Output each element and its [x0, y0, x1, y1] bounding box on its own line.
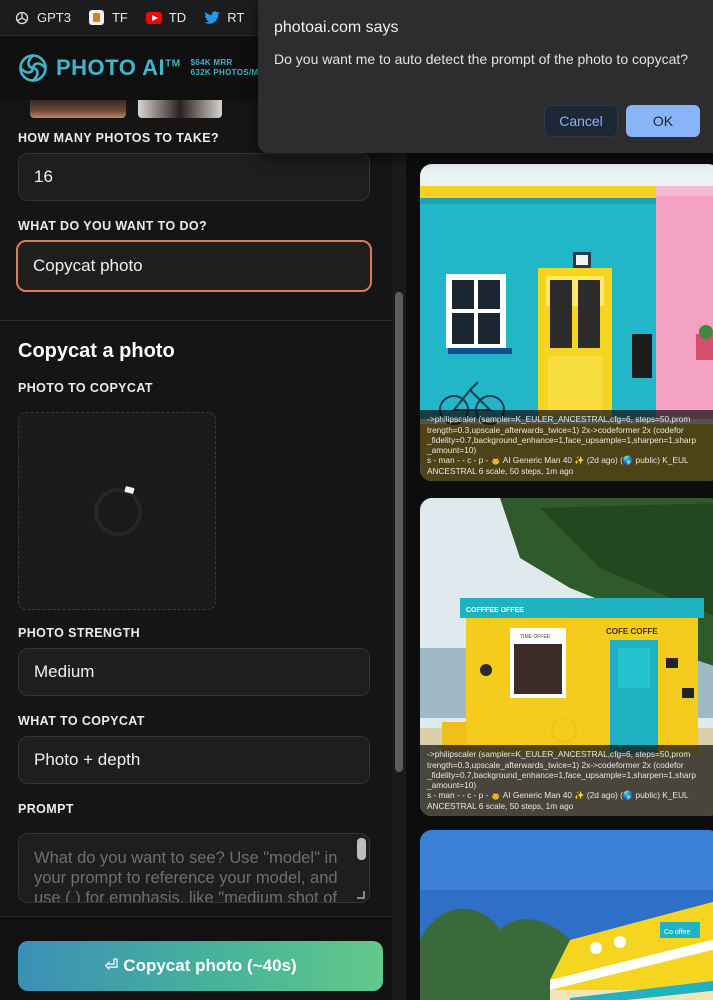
prompt-textarea[interactable]: What do you want to see? Use "model" in …: [18, 833, 370, 903]
youtube-icon: [145, 10, 162, 26]
bookmark-gpt3[interactable]: GPT3: [14, 10, 71, 26]
photo-caption: ->philipscaler (sampler=K_EULER_ANCESTRA…: [420, 410, 713, 481]
brand-name[interactable]: PHOTO AITM: [56, 55, 181, 81]
sign-card3: Co offee: [664, 929, 690, 936]
dialog-message: Do you want me to auto detect the prompt…: [274, 51, 689, 67]
avatar[interactable]: [30, 100, 126, 118]
twitter-icon: [204, 10, 220, 26]
sign-window: TIME OFFEE: [520, 634, 551, 640]
section-divider: [0, 320, 392, 321]
bookmark-label: RT: [227, 10, 245, 25]
cancel-button[interactable]: Cancel: [544, 105, 618, 137]
photos-count-label: HOW MANY PHOTOS TO TAKE?: [18, 131, 220, 145]
sign-cafe-left: COFFFEE OFFEE: [466, 607, 524, 614]
photo-gallery: ->philipscaler (sampler=K_EULER_ANCESTRA…: [406, 36, 713, 1000]
gallery-photo-card[interactable]: Co offee: [420, 830, 713, 1000]
gallery-photo-card[interactable]: COFFFEE OFFEE COFE COFFE TIME OFFEE ->ph…: [420, 498, 713, 816]
section-title: Copycat a photo: [18, 340, 175, 362]
bookmark-label: TD: [168, 10, 187, 25]
photo-caption: ->philipscaler (sampler=K_EULER_ANCESTRA…: [420, 745, 713, 816]
left-panel: PHOTO AITM $64K MRR 632K PHOTOS/MO HOW M…: [0, 36, 392, 1000]
alert-dialog: photoai.com says Do you want me to auto …: [258, 0, 713, 153]
resize-handle-icon[interactable]: [357, 891, 365, 899]
stat-photos: 632K PHOTOS/MO: [190, 68, 265, 77]
brand-stats: $64K MRR 632K PHOTOS/MO: [191, 58, 265, 78]
avatar[interactable]: [138, 100, 222, 118]
action-select[interactable]: Copycat photo: [16, 240, 372, 292]
photo-yellow-building: Co offee: [420, 830, 713, 1000]
bookmark-rt[interactable]: RT: [204, 10, 244, 26]
prompt-label: PROMPT: [18, 802, 74, 816]
bookmark-td[interactable]: TD: [145, 10, 187, 26]
model-avatars: [30, 100, 222, 118]
photo-to-copycat-label: PHOTO TO COPYCAT: [18, 381, 153, 395]
aperture-logo-icon[interactable]: [18, 53, 48, 83]
bookmark-label: TF: [111, 10, 128, 25]
stat-mrr: $64K MRR: [190, 58, 233, 67]
ok-button[interactable]: OK: [626, 105, 700, 137]
loading-spinner-icon: [94, 488, 142, 536]
tf-icon: [89, 10, 105, 26]
copycat-submit-button[interactable]: ⏎ Copycat photo (~40s): [18, 941, 383, 991]
sign-cafe-right: COFE COFFE: [606, 627, 658, 636]
dialog-title: photoai.com says: [274, 19, 399, 36]
copycat-mode-label: WHAT TO COPYCAT: [18, 714, 145, 728]
photos-count-field[interactable]: 16: [18, 153, 370, 201]
panel-scrollbar[interactable]: [392, 36, 406, 1000]
photo-strength-select[interactable]: Medium: [18, 648, 370, 696]
bookmark-label: GPT3: [37, 10, 71, 25]
prompt-placeholder: What do you want to see? Use "model" in …: [34, 849, 338, 903]
photo-strength-label: PHOTO STRENGTH: [18, 626, 141, 640]
bookmark-tf[interactable]: TF: [89, 10, 128, 26]
action-label: WHAT DO YOU WANT TO DO?: [18, 219, 208, 233]
copycat-mode-select[interactable]: Photo + depth: [18, 736, 370, 784]
scrollbar-thumb[interactable]: [395, 292, 403, 772]
trademark-mark: TM: [165, 58, 181, 70]
openai-icon: [14, 10, 30, 26]
photo-dropzone[interactable]: [18, 412, 216, 610]
bottom-action-bar: ⏎ Copycat photo (~40s): [0, 916, 392, 1000]
textarea-scrollbar[interactable]: [357, 838, 366, 860]
gallery-photo-card[interactable]: ->philipscaler (sampler=K_EULER_ANCESTRA…: [420, 164, 713, 481]
